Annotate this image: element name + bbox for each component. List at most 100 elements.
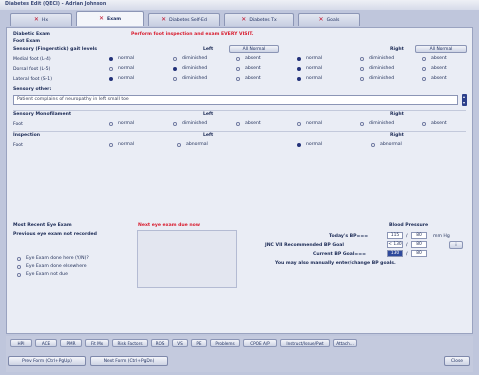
radio-button[interactable] bbox=[236, 121, 240, 126]
monofilament-right-option[interactable]: normal bbox=[297, 121, 322, 126]
close-icon[interactable]: ✕ bbox=[241, 17, 246, 23]
close-icon[interactable]: ✕ bbox=[34, 17, 39, 23]
close-icon[interactable]: ✕ bbox=[319, 17, 324, 23]
bp-separator: / bbox=[406, 243, 408, 248]
toolbar-button-vs[interactable]: VS bbox=[172, 339, 188, 347]
sensory-right-option[interactable]: absent bbox=[422, 56, 447, 61]
radio-button[interactable] bbox=[297, 56, 301, 61]
monofilament-left-option[interactable]: absent bbox=[236, 121, 261, 126]
eye-option-done-elsewhere[interactable]: Eye Exam done elsewhere bbox=[17, 264, 87, 269]
radio-button[interactable] bbox=[236, 66, 240, 71]
sensory-right-option[interactable]: normal bbox=[297, 76, 322, 81]
tab-hx[interactable]: ✕ Hx bbox=[10, 13, 72, 26]
tab-diabetes-self-ed[interactable]: ✕ Diabetes Self-Ed bbox=[148, 13, 220, 26]
toolbar-button-ace[interactable]: ACE bbox=[35, 339, 57, 347]
toolbar-button-fit-mx[interactable]: Fit Mx bbox=[85, 339, 109, 347]
toolbar-button-hpi[interactable]: HPI bbox=[10, 339, 32, 347]
radio-button[interactable] bbox=[297, 76, 301, 81]
close-icon[interactable]: ✕ bbox=[99, 16, 104, 22]
sensory-left-option[interactable]: absent bbox=[236, 66, 261, 71]
sensory-left-option[interactable]: diminished bbox=[173, 76, 207, 81]
radio-button[interactable] bbox=[173, 121, 177, 126]
sensory-right-option[interactable]: absent bbox=[422, 66, 447, 71]
next-form-button[interactable]: Next Form (Ctrl+PgDn) bbox=[90, 356, 168, 366]
radio-button[interactable] bbox=[360, 121, 364, 126]
radio-button[interactable] bbox=[360, 66, 364, 71]
toolbar-button-cpoe-a-p[interactable]: CPOE A/P bbox=[243, 339, 277, 347]
radio-button[interactable] bbox=[422, 121, 426, 126]
radio-button[interactable] bbox=[297, 66, 301, 71]
sensory-right-option[interactable]: normal bbox=[297, 66, 322, 71]
bp-current-diastolic[interactable]: 80 bbox=[411, 250, 427, 257]
toolbar-button-attach-[interactable]: Attach... bbox=[333, 339, 357, 347]
sensory-right-option[interactable]: diminished bbox=[360, 76, 394, 81]
radio-button[interactable] bbox=[371, 142, 375, 147]
monofilament-left-option[interactable]: diminished bbox=[173, 121, 207, 126]
bp-today-systolic[interactable]: 115 bbox=[387, 232, 403, 239]
radio-button[interactable] bbox=[177, 142, 181, 147]
radio-button[interactable] bbox=[109, 121, 113, 126]
toolbar-button-problems[interactable]: Problems bbox=[210, 339, 240, 347]
monofilament-left-option[interactable]: normal bbox=[109, 121, 134, 126]
sensory-left-option[interactable]: diminished bbox=[173, 56, 207, 61]
eye-option-not-due[interactable]: Eye Exam not due bbox=[17, 272, 68, 277]
prev-form-button[interactable]: Prev Form (Ctrl+PgUp) bbox=[8, 356, 86, 366]
radio-button[interactable] bbox=[109, 142, 113, 147]
radio-button[interactable] bbox=[173, 66, 177, 71]
toolbar-button-risk-factors[interactable]: Risk Factors bbox=[112, 339, 148, 347]
radio-button[interactable] bbox=[109, 76, 113, 81]
tab-goals[interactable]: ✕ Goals bbox=[298, 13, 360, 26]
monofilament-right-option[interactable]: absent bbox=[422, 121, 447, 126]
bp-today-diastolic[interactable]: 80 bbox=[411, 232, 427, 239]
sensory-left-option[interactable]: diminished bbox=[173, 66, 207, 71]
radio-button[interactable] bbox=[360, 76, 364, 81]
tab-diabetes-tx[interactable]: ✕ Diabetes Tx bbox=[224, 13, 294, 26]
monofilament-right-option[interactable]: diminished bbox=[360, 121, 394, 126]
sensory-left-option[interactable]: normal bbox=[109, 56, 134, 61]
inspection-right-option[interactable]: normal bbox=[297, 142, 322, 147]
radio-button[interactable] bbox=[236, 56, 240, 61]
toolbar-button-ros[interactable]: ROS bbox=[151, 339, 169, 347]
radio-button[interactable] bbox=[173, 76, 177, 81]
exam-panel: Diabetic Exam Perform foot inspection an… bbox=[6, 27, 473, 334]
inspection-left-option[interactable]: abnormal bbox=[177, 142, 208, 147]
sensory-right-option[interactable]: diminished bbox=[360, 56, 394, 61]
checkbox[interactable] bbox=[17, 256, 21, 261]
radio-button[interactable] bbox=[422, 66, 426, 71]
close-button[interactable]: Close bbox=[444, 356, 470, 366]
sensory-right-option[interactable]: normal bbox=[297, 56, 322, 61]
radio-button[interactable] bbox=[109, 66, 113, 71]
sensory-left-option[interactable]: normal bbox=[109, 66, 134, 71]
tab-exam[interactable]: ✕ Exam bbox=[76, 11, 144, 26]
close-icon[interactable]: ✕ bbox=[161, 17, 166, 23]
scroll-arrows-icon[interactable] bbox=[462, 94, 467, 106]
radio-button[interactable] bbox=[297, 142, 301, 147]
inspection-right-option[interactable]: abnormal bbox=[371, 142, 402, 147]
sensory-left-option[interactable]: normal bbox=[109, 76, 134, 81]
radio-button[interactable] bbox=[422, 56, 426, 61]
radio-button[interactable] bbox=[360, 56, 364, 61]
bp-info-button[interactable]: i bbox=[449, 241, 463, 249]
sensory-left-option[interactable]: absent bbox=[236, 76, 261, 81]
toolbar-button-instruct-issue-pwt[interactable]: Instruct/Issue/Pwt bbox=[280, 339, 330, 347]
checkbox[interactable] bbox=[17, 264, 21, 269]
radio-button[interactable] bbox=[109, 56, 113, 61]
all-normal-right-button[interactable]: All Normal bbox=[415, 45, 467, 53]
bp-current-systolic[interactable]: 130 bbox=[387, 250, 403, 257]
sensory-right-option[interactable]: absent bbox=[422, 76, 447, 81]
inspection-left-option[interactable]: normal bbox=[109, 142, 134, 147]
radio-button[interactable] bbox=[297, 121, 301, 126]
bp-separator: / bbox=[406, 252, 408, 257]
bp-title: Blood Pressure bbox=[389, 223, 429, 228]
sensory-left-option[interactable]: absent bbox=[236, 56, 261, 61]
radio-button[interactable] bbox=[422, 76, 426, 81]
sensory-right-option[interactable]: diminished bbox=[360, 66, 394, 71]
all-normal-left-button[interactable]: All Normal bbox=[229, 45, 279, 53]
radio-button[interactable] bbox=[236, 76, 240, 81]
toolbar-button-pe[interactable]: PE bbox=[191, 339, 207, 347]
checkbox[interactable] bbox=[17, 272, 21, 277]
sensory-other-field[interactable]: Patient complains of neuropathy in left … bbox=[13, 95, 458, 105]
eye-option-done-here[interactable]: Eye Exam done here (Y/N)? bbox=[17, 256, 89, 261]
radio-button[interactable] bbox=[173, 56, 177, 61]
toolbar-button-pmr[interactable]: PMR bbox=[60, 339, 82, 347]
